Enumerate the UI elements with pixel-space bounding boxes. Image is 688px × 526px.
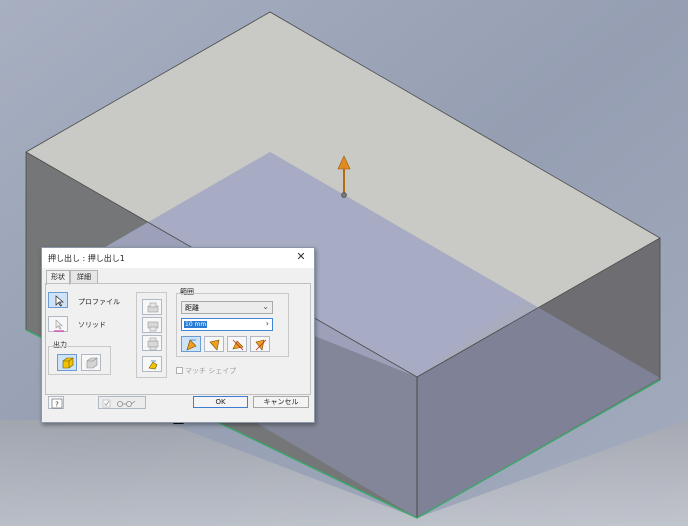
solid-cursor-icon bbox=[54, 319, 64, 332]
extents-value: 距離 bbox=[185, 304, 199, 312]
direction-asymmetric-icon bbox=[148, 360, 158, 370]
taper-direction-4-button[interactable] bbox=[250, 336, 270, 352]
dialog-title: 押し出し : 押し出し1 bbox=[48, 254, 125, 263]
direction-asymmetric-button[interactable] bbox=[142, 356, 162, 372]
output-surface-button[interactable] bbox=[81, 354, 101, 371]
direction-symmetric-icon bbox=[147, 337, 159, 351]
profile-cursor-icon bbox=[55, 295, 64, 307]
direction-symmetric-button[interactable] bbox=[142, 335, 162, 351]
chevron-down-icon: ⌄ bbox=[262, 302, 269, 311]
close-button[interactable]: ✕ bbox=[294, 250, 308, 264]
solid-label: ソリッド bbox=[78, 321, 106, 329]
help-button[interactable]: ? bbox=[48, 396, 64, 409]
extents-dropdown[interactable]: 距離 ⌄ bbox=[181, 301, 273, 314]
extrude-direction-3-icon bbox=[232, 339, 244, 351]
preview-toggle[interactable] bbox=[98, 396, 146, 409]
match-shape-label: マッチ シェイプ bbox=[185, 367, 237, 375]
distance-input[interactable]: 10 mm › bbox=[181, 318, 273, 331]
distance-value: 10 mm bbox=[184, 321, 208, 328]
taper-direction-3-button[interactable] bbox=[227, 336, 247, 352]
output-solid-button[interactable] bbox=[57, 354, 77, 371]
direction-default-button[interactable] bbox=[142, 299, 162, 315]
cancel-button[interactable]: キャンセル bbox=[253, 396, 309, 408]
dialog-titlebar[interactable]: 押し出し : 押し出し1 ✕ bbox=[42, 248, 314, 268]
taper-direction-1-button[interactable] bbox=[181, 336, 201, 352]
ok-button[interactable]: OK bbox=[193, 396, 248, 408]
preview-glasses-icon bbox=[102, 399, 136, 408]
extrude-direction-2-icon bbox=[209, 339, 220, 351]
direction-flipped-button[interactable] bbox=[142, 317, 162, 333]
solid-output-icon bbox=[62, 357, 74, 369]
help-icon: ? bbox=[51, 398, 63, 409]
extrude-direction-4-icon bbox=[255, 339, 267, 351]
chevron-right-icon[interactable]: › bbox=[266, 319, 269, 328]
surface-output-icon bbox=[86, 357, 98, 369]
svg-text:?: ? bbox=[55, 401, 59, 409]
taper-direction-2-button[interactable] bbox=[204, 336, 224, 352]
profile-label: プロファイル bbox=[78, 298, 120, 306]
tab-more[interactable]: 詳細 bbox=[70, 270, 98, 284]
solid-select-button[interactable] bbox=[48, 316, 68, 332]
match-shape-checkbox[interactable] bbox=[176, 367, 183, 374]
profile-select-button[interactable] bbox=[48, 292, 68, 308]
direction-flipped-icon bbox=[147, 321, 159, 332]
direction-default-icon bbox=[147, 302, 159, 313]
extrude-direction-1-icon bbox=[186, 339, 197, 351]
